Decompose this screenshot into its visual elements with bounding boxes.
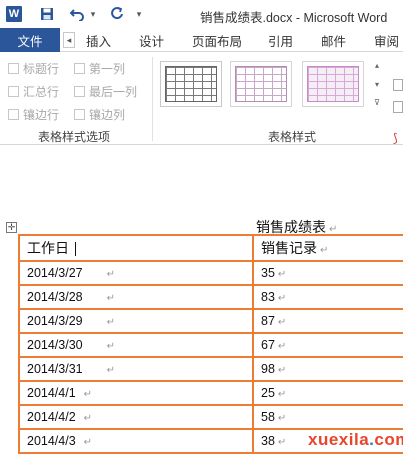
- banded-columns-option[interactable]: 镶边列: [74, 106, 125, 123]
- table-style-grid-preview: [165, 66, 217, 102]
- word-app-icon[interactable]: W: [6, 6, 22, 22]
- undo-dropdown-icon[interactable]: ▾: [88, 5, 98, 23]
- table-row: 2014/3/30 ↵ 67 ↵: [18, 332, 403, 358]
- date-cell[interactable]: 2014/3/29 ↵: [18, 308, 254, 334]
- paragraph-mark-icon: ↵: [277, 389, 287, 400]
- banded-columns-label: 镶边列: [89, 108, 126, 122]
- last-column-label: 最后一列: [89, 85, 138, 99]
- tab-page-layout[interactable]: 页面布局: [192, 28, 242, 52]
- redo-icon[interactable]: [108, 5, 126, 23]
- style-gallery-scroll: ▴ ▾ ⊽: [372, 61, 382, 107]
- paragraph-mark-icon: ↵: [277, 317, 287, 328]
- last-column-checkbox[interactable]: [74, 86, 85, 97]
- first-column-option[interactable]: 第一列: [74, 60, 125, 77]
- table-style-light-grid[interactable]: [230, 61, 292, 107]
- total-row-option[interactable]: 汇总行: [8, 83, 59, 100]
- paragraph-mark-icon: ↵: [277, 365, 287, 376]
- ribbon-panel: 标题行 第一列 汇总行 最后一列 镶边行 镶边列 表格样式选项 ▴ ▾ ⊽ 表格…: [0, 53, 403, 145]
- tab-design[interactable]: 设计: [139, 28, 164, 52]
- window-title: 销售成绩表.docx - Microsoft Word: [200, 11, 388, 25]
- header-cell-sales[interactable]: 销售记录 ↵: [252, 234, 403, 262]
- table-styles-group-label: 表格样式: [268, 130, 317, 144]
- paragraph-mark-icon: ↵: [106, 317, 115, 328]
- paragraph-mark-icon: ↵: [277, 413, 287, 424]
- table-style-plain-grid[interactable]: [160, 61, 222, 107]
- date-cell[interactable]: 2014/3/28 ↵: [18, 284, 254, 310]
- paragraph-mark-icon: ↵: [106, 341, 115, 352]
- table-row: 2014/3/28 ↵ 83 ↵: [18, 284, 403, 310]
- sales-table[interactable]: 工作日 销售记录 ↵ 2014/3/27 ↵ 35 ↵ 2014/3/28 ↵ 83 ↵ 2014…: [18, 234, 403, 454]
- paragraph-mark-icon: ↵: [83, 389, 93, 400]
- table-header-row: 工作日 销售记录 ↵: [18, 234, 403, 262]
- total-row-checkbox[interactable]: [8, 86, 19, 97]
- ribbon-tabs: 文件 ◂ 插入 设计 页面布局 引用 邮件 审阅: [0, 28, 403, 52]
- banded-rows-option[interactable]: 镶边行: [8, 106, 59, 123]
- banded-rows-checkbox[interactable]: [8, 109, 19, 120]
- sales-cell[interactable]: 98 ↵: [252, 356, 403, 382]
- table-row: 2014/3/29 ↵ 87 ↵: [18, 308, 403, 334]
- header-cell-workday[interactable]: 工作日: [18, 234, 254, 262]
- date-cell[interactable]: 2014/3/30 ↵: [18, 332, 254, 358]
- table-move-handle-icon[interactable]: ✛: [6, 222, 17, 233]
- header-row-checkbox[interactable]: [8, 63, 19, 74]
- pen-color-icon[interactable]: ⟆: [393, 131, 403, 145]
- paragraph-mark-icon: ↵: [277, 437, 287, 448]
- sales-cell[interactable]: 67 ↵: [252, 332, 403, 358]
- banded-rows-label: 镶边行: [23, 108, 60, 122]
- paragraph-mark-icon: ↵: [277, 341, 287, 352]
- tab-review[interactable]: 审阅: [374, 28, 399, 52]
- text-cursor: [75, 242, 76, 257]
- last-column-option[interactable]: 最后一列: [74, 83, 137, 100]
- borders-button-fragment[interactable]: [393, 101, 403, 113]
- document-page[interactable]: ✛ 销售成绩表 ↵ 工作日 销售记录 ↵ 2014/3/27 ↵ 35 ↵ 2014/3/2…: [0, 146, 403, 454]
- tab-references[interactable]: 引用: [268, 28, 293, 52]
- paragraph-mark-icon: ↵: [106, 365, 115, 376]
- paragraph-mark-icon: ↵: [106, 269, 115, 280]
- sales-cell[interactable]: 58 ↵: [252, 404, 403, 430]
- date-cell[interactable]: 2014/4/3 ↵: [18, 428, 254, 454]
- table-style-options-group-label: 表格样式选项: [38, 130, 111, 144]
- gallery-down-icon[interactable]: ▾: [375, 80, 379, 89]
- tab-scroll-left-icon[interactable]: ◂: [63, 32, 75, 48]
- table-style-grid-preview: [307, 66, 359, 102]
- sales-cell[interactable]: 87 ↵: [252, 308, 403, 334]
- banded-columns-checkbox[interactable]: [74, 109, 85, 120]
- tab-insert[interactable]: 插入: [86, 28, 111, 52]
- paragraph-mark-icon: ↵: [106, 293, 115, 304]
- shading-button-fragment[interactable]: [393, 79, 403, 91]
- header-row-option[interactable]: 标题行: [8, 60, 59, 77]
- table-style-accent-grid[interactable]: [302, 61, 364, 107]
- tab-mailings[interactable]: 邮件: [321, 28, 346, 52]
- table-row: 2014/4/2 ↵ 58 ↵: [18, 404, 403, 430]
- first-column-label: 第一列: [89, 62, 126, 76]
- paragraph-mark-icon: ↵: [277, 269, 287, 280]
- total-row-label: 汇总行: [23, 85, 60, 99]
- site-watermark: xuexila.com: [308, 430, 403, 449]
- save-icon[interactable]: [38, 5, 56, 23]
- date-cell[interactable]: 2014/4/1 ↵: [18, 380, 254, 406]
- table-row: 2014/4/1 ↵ 25 ↵: [18, 380, 403, 406]
- paragraph-mark-icon: ↵: [83, 437, 93, 448]
- customize-toolbar-icon[interactable]: ▾: [134, 5, 144, 23]
- header-row-label: 标题行: [23, 62, 60, 76]
- date-cell[interactable]: 2014/3/31 ↵: [18, 356, 254, 382]
- table-row: 2014/3/27 ↵ 35 ↵: [18, 260, 403, 286]
- paragraph-mark-icon: ↵: [83, 413, 93, 424]
- tab-file[interactable]: 文件: [0, 28, 60, 52]
- paragraph-mark-icon: ↵: [277, 293, 287, 304]
- table-row: 2014/3/31 ↵ 98 ↵: [18, 356, 403, 382]
- table-style-grid-preview: [235, 66, 287, 102]
- sales-cell[interactable]: 35 ↵: [252, 260, 403, 286]
- gallery-up-icon[interactable]: ▴: [375, 61, 379, 70]
- title-bar: W ▾ ▾ 销售成绩表.docx - Microsoft Word: [0, 0, 403, 28]
- gallery-more-icon[interactable]: ⊽: [374, 98, 380, 107]
- group-divider: [152, 57, 153, 141]
- paragraph-mark-icon: ↵: [320, 245, 329, 256]
- sales-cell[interactable]: 83 ↵: [252, 284, 403, 310]
- date-cell[interactable]: 2014/4/2 ↵: [18, 404, 254, 430]
- date-cell[interactable]: 2014/3/27 ↵: [18, 260, 254, 286]
- first-column-checkbox[interactable]: [74, 63, 85, 74]
- sales-cell[interactable]: 25 ↵: [252, 380, 403, 406]
- undo-icon[interactable]: [68, 5, 88, 23]
